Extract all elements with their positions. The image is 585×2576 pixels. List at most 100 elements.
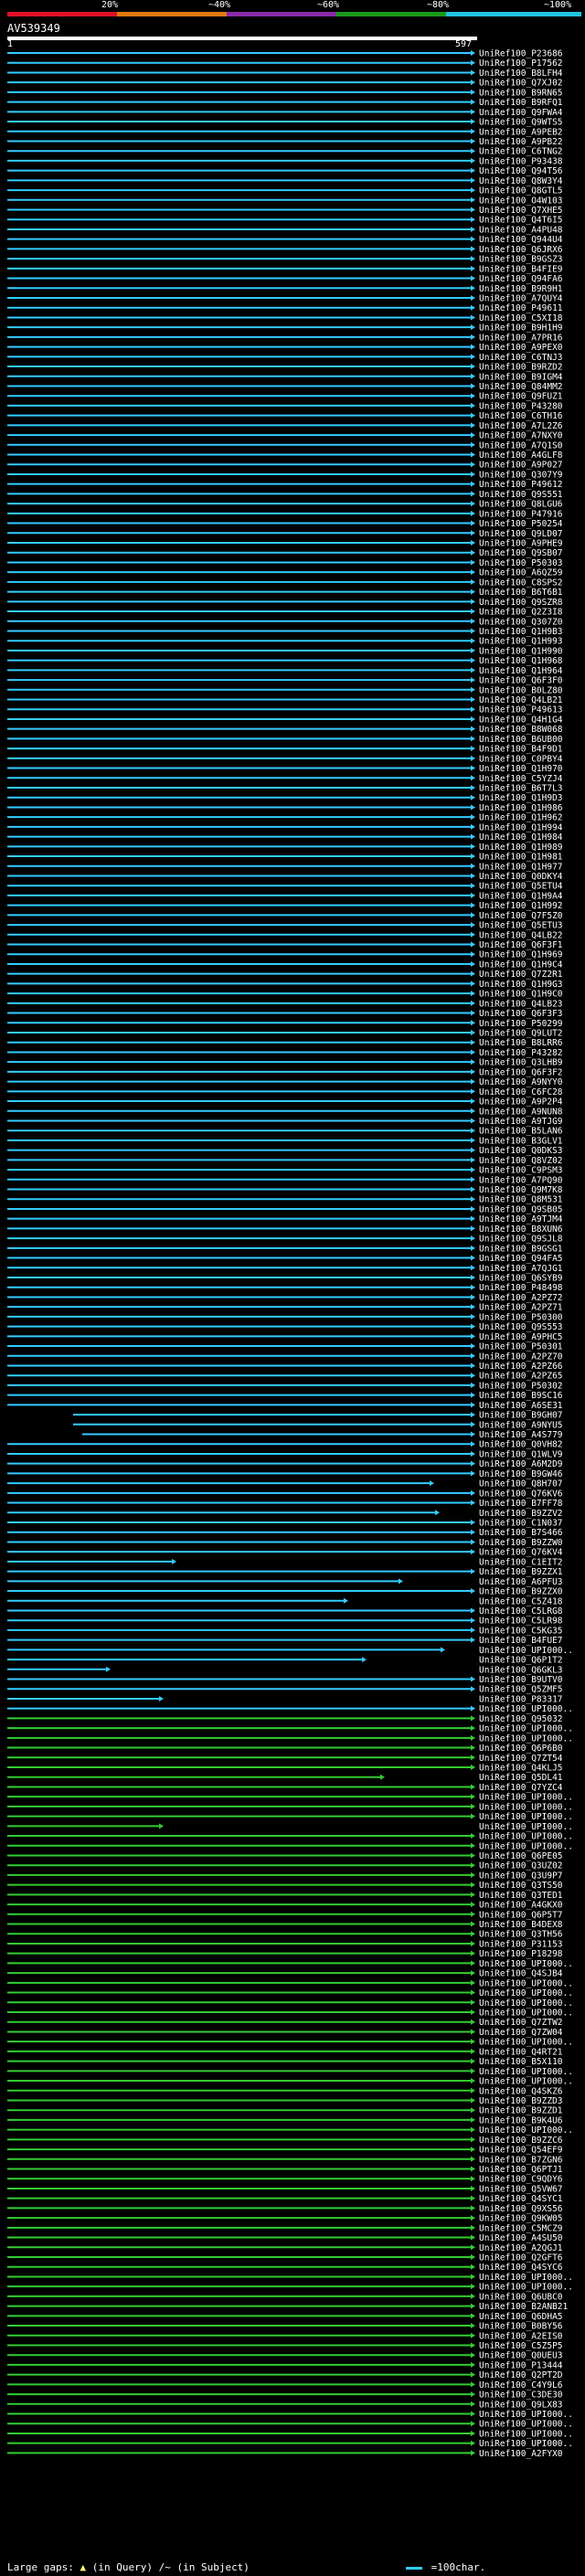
hit-label[interactable]: UniRef100_Q0VH82	[479, 1440, 563, 1450]
hit-label[interactable]: UniRef100_Q5ETU3	[479, 921, 563, 931]
hit-label[interactable]: UniRef100_A7PQ90	[479, 1175, 563, 1185]
hit-label[interactable]: UniRef100_Q6P5T7	[479, 1910, 563, 1920]
hit-label[interactable]: UniRef100_Q4KLJ5	[479, 1764, 563, 1774]
hit-label[interactable]: UniRef100_Q1H9C4	[479, 959, 563, 970]
hit-label[interactable]: UniRef100_Q94FA6	[479, 274, 563, 284]
hit-label[interactable]: UniRef100_Q944U4	[479, 235, 563, 245]
hit-label[interactable]: UniRef100_A9P027	[479, 461, 563, 471]
hit-label[interactable]: UniRef100_Q1H9D3	[479, 793, 563, 803]
hit-label[interactable]: UniRef100_Q9SJL8	[479, 1235, 563, 1245]
hit-label[interactable]: UniRef100_UPI000..	[479, 1998, 573, 2009]
hit-label[interactable]: UniRef100_Q6F3F0	[479, 676, 563, 686]
hit-label[interactable]: UniRef100_P50299	[479, 1019, 563, 1029]
hit-label[interactable]: UniRef100_UPI000..	[479, 1978, 573, 1988]
hit-label[interactable]: UniRef100_A7PR16	[479, 333, 563, 343]
hit-label[interactable]: UniRef100_C5Z5P5	[479, 2341, 563, 2351]
hit-label[interactable]: UniRef100_Q4LB22	[479, 930, 563, 940]
hit-label[interactable]: UniRef100_B9ZZV2	[479, 1509, 563, 1519]
hit-label[interactable]: UniRef100_Q1H989	[479, 843, 563, 853]
hit-label[interactable]: UniRef100_B9GSZ3	[479, 255, 563, 265]
hit-label[interactable]: UniRef100_Q9SZR8	[479, 598, 563, 608]
hit-label[interactable]: UniRef100_A9NUN8	[479, 1107, 563, 1117]
hit-label[interactable]: UniRef100_A9TJG9	[479, 1117, 563, 1127]
hit-label[interactable]: UniRef100_B9K4U6	[479, 2115, 563, 2125]
hit-label[interactable]: UniRef100_A6PFU3	[479, 1577, 563, 1587]
hit-label[interactable]: UniRef100_P49611	[479, 303, 563, 313]
hit-label[interactable]: UniRef100_Q95032	[479, 1714, 563, 1724]
hit-label[interactable]: UniRef100_UPI000..	[479, 2038, 573, 2048]
hit-label[interactable]: UniRef100_Q4SYC1	[479, 2194, 563, 2204]
hit-label[interactable]: UniRef100_Q2Z3I8	[479, 608, 563, 618]
hit-label[interactable]: UniRef100_P47916	[479, 509, 563, 519]
hit-label[interactable]: UniRef100_Q1H984	[479, 832, 563, 843]
hit-label[interactable]: UniRef100_B4F9D1	[479, 745, 563, 755]
hit-label[interactable]: UniRef100_Q2PT2D	[479, 2370, 563, 2380]
hit-label[interactable]: UniRef100_UPI000..	[479, 1646, 573, 1656]
hit-label[interactable]: UniRef100_Q9M7K8	[479, 1185, 563, 1195]
hit-label[interactable]: UniRef100_P18298	[479, 1949, 563, 1959]
hit-label[interactable]: UniRef100_Q5DL41	[479, 1773, 563, 1783]
hit-label[interactable]: UniRef100_C4Y9L6	[479, 2380, 563, 2390]
hit-label[interactable]: UniRef100_C5KG35	[479, 1626, 563, 1636]
hit-label[interactable]: UniRef100_B9SC16	[479, 1391, 563, 1401]
hit-label[interactable]: UniRef100_Q7F5Z0	[479, 911, 563, 921]
hit-label[interactable]: UniRef100_Q7ZW04	[479, 2028, 563, 2038]
hit-label[interactable]: UniRef100_B8W068	[479, 725, 563, 735]
hit-label[interactable]: UniRef100_C0PBY4	[479, 754, 563, 764]
hit-label[interactable]: UniRef100_B9RN65	[479, 88, 563, 98]
hit-label[interactable]: UniRef100_C6FC28	[479, 1087, 563, 1097]
hit-label[interactable]: UniRef100_B6T7L3	[479, 784, 563, 794]
hit-label[interactable]: UniRef100_B9RZD2	[479, 363, 563, 373]
hit-label[interactable]: UniRef100_A7L2Z6	[479, 421, 563, 431]
hit-label[interactable]: UniRef100_B9H1H9	[479, 323, 563, 334]
hit-label[interactable]: UniRef100_A2PZ71	[479, 1303, 563, 1313]
hit-label[interactable]: UniRef100_B4DEX8	[479, 1920, 563, 1930]
hit-label[interactable]: UniRef100_P50301	[479, 1342, 563, 1352]
hit-label[interactable]: UniRef100_UPI000..	[479, 2410, 573, 2420]
hit-label[interactable]: UniRef100_C1N037	[479, 1519, 563, 1529]
hit-label[interactable]: UniRef100_Q76KV4	[479, 1548, 563, 1558]
hit-label[interactable]: UniRef100_P31153	[479, 1939, 563, 1949]
hit-label[interactable]: UniRef100_P43282	[479, 1048, 563, 1058]
hit-label[interactable]: UniRef100_Q1H9A4	[479, 891, 563, 901]
hit-label[interactable]: UniRef100_Q9LD07	[479, 529, 563, 539]
hit-label[interactable]: UniRef100_A9PEX0	[479, 343, 563, 353]
hit-label[interactable]: UniRef100_Q84MM2	[479, 382, 563, 392]
hit-label[interactable]: UniRef100_UPI000..	[479, 1793, 573, 1803]
hit-label[interactable]: UniRef100_Q9S551	[479, 490, 563, 500]
hit-label[interactable]: UniRef100_Q7ZTW2	[479, 2018, 563, 2028]
hit-label[interactable]: UniRef100_P49612	[479, 480, 563, 490]
hit-label[interactable]: UniRef100_B9GH07	[479, 1411, 563, 1421]
hit-label[interactable]: UniRef100_Q307Z0	[479, 617, 563, 627]
hit-label[interactable]: UniRef100_A2PZ70	[479, 1352, 563, 1362]
hit-label[interactable]: UniRef100_Q6F3F2	[479, 1067, 563, 1077]
hit-label[interactable]: UniRef100_C1EIT2	[479, 1557, 563, 1567]
hit-label[interactable]: UniRef100_B3GLV1	[479, 1136, 563, 1146]
hit-label[interactable]: UniRef100_Q9FUZ1	[479, 392, 563, 402]
hit-label[interactable]: UniRef100_A2PZ66	[479, 1362, 563, 1372]
hit-label[interactable]: UniRef100_UPI000..	[479, 2067, 573, 2077]
hit-label[interactable]: UniRef100_Q76KV6	[479, 1489, 563, 1499]
hit-label[interactable]: UniRef100_Q1H977	[479, 862, 563, 872]
hit-label[interactable]: UniRef100_Q4SJB4	[479, 1969, 563, 1979]
hit-label[interactable]: UniRef100_Q3TED1	[479, 1891, 563, 1901]
hit-label[interactable]: UniRef100_Q8W3Y4	[479, 176, 563, 186]
hit-label[interactable]: UniRef100_Q0DKY4	[479, 872, 563, 882]
hit-label[interactable]: UniRef100_Q7Z2R1	[479, 970, 563, 980]
hit-label[interactable]: UniRef100_Q94FA5	[479, 1254, 563, 1264]
hit-label[interactable]: UniRef100_Q6P6B0	[479, 1744, 563, 1754]
hit-label[interactable]: UniRef100_Q1H969	[479, 950, 563, 960]
hit-label[interactable]: UniRef100_A6SE31	[479, 1401, 563, 1411]
hit-label[interactable]: UniRef100_B8LFH4	[479, 69, 563, 79]
hit-label[interactable]: UniRef100_UPI000..	[479, 2125, 573, 2136]
hit-label[interactable]: UniRef100_Q1H964	[479, 666, 563, 676]
hit-label[interactable]: UniRef100_A6QZ59	[479, 568, 563, 578]
hit-label[interactable]: UniRef100_Q3UZ02	[479, 1861, 563, 1871]
hit-label[interactable]: UniRef100_Q1H993	[479, 637, 563, 647]
hit-label[interactable]: UniRef100_A9TJM4	[479, 1214, 563, 1224]
hit-label[interactable]: UniRef100_A4PU48	[479, 225, 563, 235]
hit-label[interactable]: UniRef100_B7FF78	[479, 1499, 563, 1509]
hit-label[interactable]: UniRef100_Q3LHB9	[479, 1058, 563, 1068]
hit-label[interactable]: UniRef100_UPI000..	[479, 1822, 573, 1832]
hit-label[interactable]: UniRef100_UPI000..	[479, 2283, 573, 2293]
